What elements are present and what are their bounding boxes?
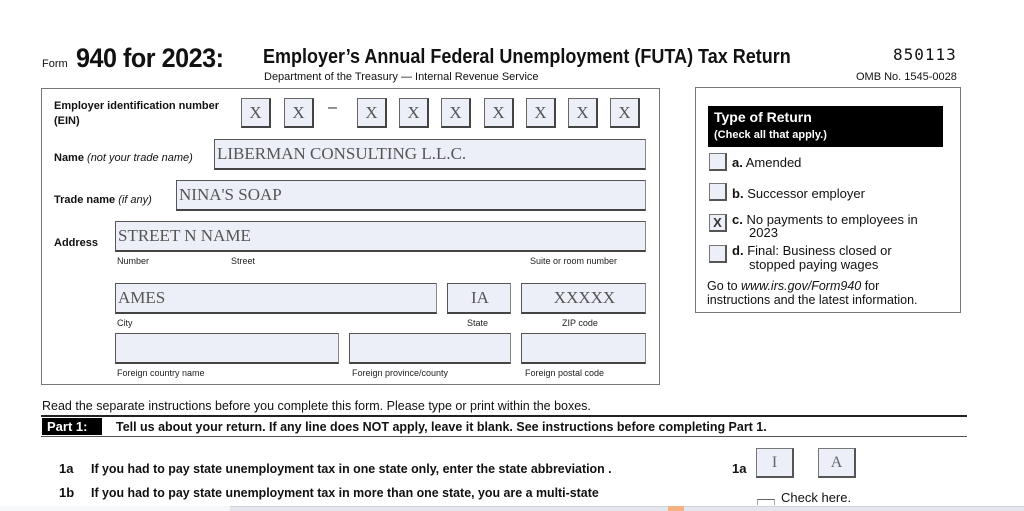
number-label: Number — [117, 256, 150, 266]
trade-name-field[interactable]: NINA'S SOAP — [176, 180, 646, 211]
ein-digit-6[interactable]: X — [484, 98, 514, 128]
ein-digit-2[interactable]: X — [284, 98, 314, 128]
option-final-label-line2: stopped paying wages — [749, 257, 879, 272]
check-here-label: Check here. — [781, 490, 852, 505]
ein-digit-4[interactable]: X — [399, 98, 429, 128]
ein-label-abbr: (EIN) — [54, 115, 80, 127]
street-label: Street — [231, 256, 256, 266]
read-instructions-note: Read the separate instructions before yo… — [42, 399, 591, 413]
divider — [41, 436, 967, 437]
type-of-return-title: Type of Return — [714, 109, 812, 125]
line-1a-ref: 1a — [732, 461, 747, 476]
ein-digit-1[interactable]: X — [241, 98, 271, 128]
option-final-label: d. Final: Business closed or — [732, 243, 892, 258]
foreign-postal-label: Foreign postal code — [525, 368, 605, 378]
option-amended-label: a. Amended — [732, 155, 802, 170]
state-label: State — [467, 318, 489, 328]
form-number: 940 for 2023: — [76, 43, 224, 73]
line-1b-text: If you had to pay state unemployment tax… — [91, 485, 599, 500]
line-1a-text: If you had to pay state unemployment tax… — [91, 461, 612, 476]
checkbox-no-payments[interactable]: X — [709, 214, 727, 232]
suite-label: Suite or room number — [530, 256, 618, 266]
ein-digit-7[interactable]: X — [526, 98, 556, 128]
city-field[interactable]: AMES — [115, 283, 437, 314]
name-field[interactable]: LIBERMAN CONSULTING L.L.C. — [214, 139, 646, 170]
form-word: Form — [42, 58, 68, 70]
irs-form940-link[interactable]: www.irs.gov/Form940 — [741, 279, 861, 293]
taskbar-segment — [0, 506, 230, 511]
zip-field[interactable]: XXXXX — [521, 283, 646, 314]
name-label: Name (not your trade name) — [54, 152, 193, 164]
form-title: Employer’s Annual Federal Unemployment (… — [263, 46, 791, 68]
ein-digit-8[interactable]: X — [568, 98, 598, 128]
street-field[interactable]: STREET N NAME — [115, 221, 646, 252]
line-1b-number: 1b — [59, 485, 75, 500]
instructions-link-text: Go to www.irs.gov/Form940 for instructio… — [707, 279, 918, 307]
city-label: City — [117, 318, 133, 328]
ein-digit-9[interactable]: X — [610, 98, 640, 128]
foreign-postal-field[interactable] — [521, 333, 646, 364]
state-abbrev-box-2[interactable]: A — [818, 448, 856, 478]
divider — [41, 415, 967, 417]
omb-number: OMB No. 1545-0028 — [856, 71, 957, 83]
zip-label: ZIP code — [562, 318, 598, 328]
ein-digit-5[interactable]: X — [441, 98, 471, 128]
state-abbrev-box-1[interactable]: I — [756, 448, 794, 478]
foreign-province-label: Foreign province/county — [352, 368, 449, 378]
department-label: Department of the Treasury — Internal Re… — [264, 71, 539, 83]
ein-label: Employer identification number — [54, 100, 220, 112]
line-1a-number: 1a — [59, 461, 74, 476]
ein-separator: – — [328, 99, 337, 116]
foreign-country-label: Foreign country name — [117, 368, 205, 378]
form-code: 850113 — [893, 45, 957, 64]
ein-digit-3[interactable]: X — [357, 98, 387, 128]
checkbox-successor-employer[interactable] — [709, 183, 727, 201]
checkbox-amended[interactable] — [709, 153, 727, 171]
part1-badge: Part 1: — [42, 418, 102, 435]
option-no-payments-label-line2: 2023 — [749, 225, 778, 240]
option-successor-employer-label: b. Successor employer — [732, 186, 865, 201]
part1-heading: Tell us about your return. If any line d… — [116, 419, 767, 434]
taskbar-highlight — [668, 506, 684, 511]
state-field[interactable]: IA — [447, 283, 511, 314]
trade-name-label: Trade name (if any) — [54, 194, 152, 206]
foreign-country-field[interactable] — [115, 333, 339, 364]
type-of-return-header: Type of Return (Check all that apply.) — [708, 106, 943, 147]
type-of-return-subtitle: (Check all that apply.) — [714, 129, 827, 141]
foreign-province-field[interactable] — [349, 333, 511, 364]
multi-state-checkbox[interactable] — [757, 499, 775, 505]
checkbox-final[interactable] — [709, 245, 727, 263]
address-label: Address — [54, 237, 99, 249]
